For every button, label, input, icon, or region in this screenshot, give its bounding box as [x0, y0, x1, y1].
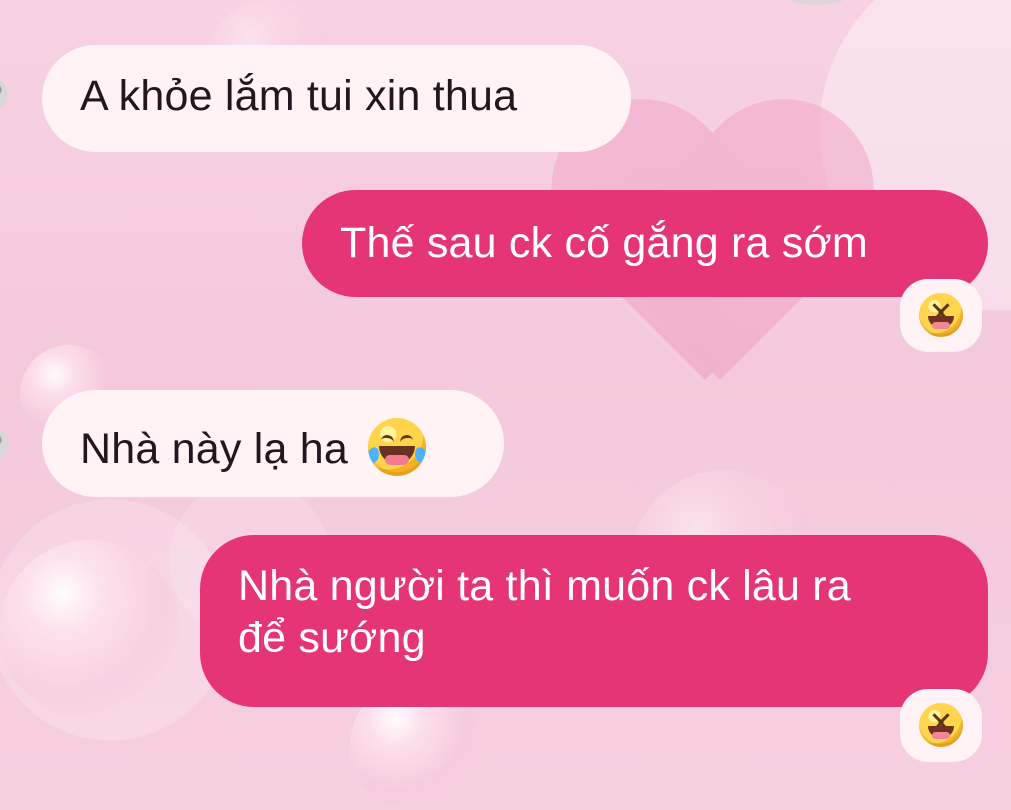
outgoing-message-bubble[interactable]: Thế sau ck cố gắng ra sớm	[302, 190, 988, 297]
message-text-line-1: Nhà người ta thì muốn ck lâu ra	[238, 562, 851, 610]
message-reaction[interactable]	[900, 279, 982, 351]
message-reaction[interactable]	[900, 689, 982, 761]
incoming-message-bubble[interactable]: A khỏe lắm tui xin thua	[42, 45, 631, 152]
grinning-squinting-face-icon	[919, 703, 963, 747]
outgoing-message-bubble[interactable]: Nhà người ta thì muốn ck lâu ra để sướng	[200, 535, 988, 707]
face-with-tears-of-joy-icon	[368, 418, 427, 476]
top-partial-avatar	[790, 0, 844, 5]
message-text: Thế sau ck cố gắng ra sớm	[340, 219, 868, 267]
message-text-line-2: để sướng	[238, 613, 426, 662]
message-text: Nhà này lạ ha	[80, 425, 348, 473]
message-text: A khỏe lắm tui xin thua	[80, 72, 518, 120]
incoming-message-bubble[interactable]: Nhà này lạ ha	[42, 390, 504, 497]
grinning-squinting-face-icon	[919, 293, 963, 337]
pearl-decoration	[0, 540, 180, 720]
